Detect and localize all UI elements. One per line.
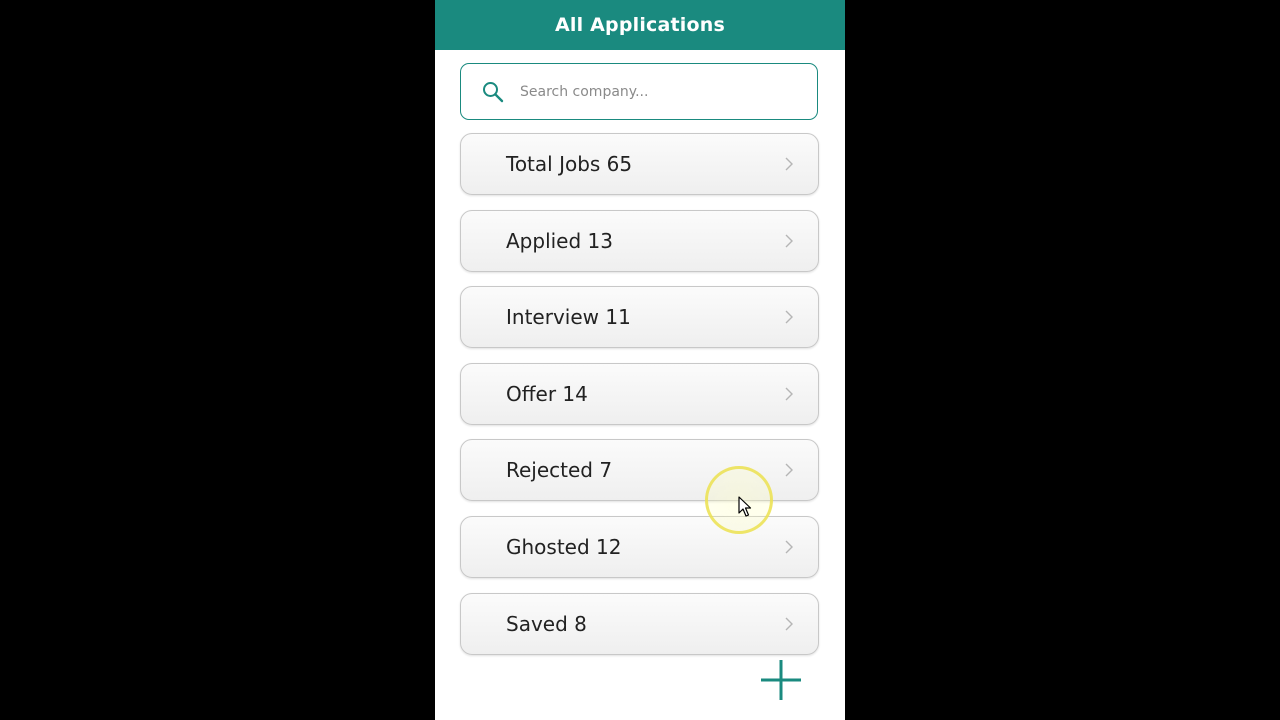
status-list: Total Jobs 65 Applied 13 Interview 11 Of… xyxy=(460,133,819,669)
list-item-label: Saved 8 xyxy=(506,611,587,636)
search-icon xyxy=(481,80,505,104)
chevron-right-icon xyxy=(782,462,796,478)
search-input[interactable] xyxy=(518,82,802,101)
search-box[interactable] xyxy=(460,63,818,120)
page-title: All Applications xyxy=(554,14,726,36)
list-item-label: Total Jobs 65 xyxy=(506,152,633,176)
plus-icon xyxy=(758,657,804,707)
app-screen: All Applications Total Jobs 65 Applied 1… xyxy=(435,0,845,720)
list-item-label: Ghosted 12 xyxy=(506,534,622,559)
list-item-interview[interactable]: Interview 11 xyxy=(460,286,819,349)
list-item-offer[interactable]: Offer 14 xyxy=(460,362,819,425)
list-item-applied[interactable]: Applied 13 xyxy=(460,209,819,272)
chevron-right-icon xyxy=(782,616,796,632)
chevron-right-icon xyxy=(782,539,796,555)
list-item-ghosted[interactable]: Ghosted 12 xyxy=(460,515,819,578)
chevron-right-icon xyxy=(782,156,796,172)
chevron-right-icon xyxy=(782,233,796,249)
list-item-total-jobs[interactable]: Total Jobs 65 xyxy=(460,133,819,195)
app-header: All Applications xyxy=(435,0,845,50)
chevron-right-icon xyxy=(782,309,796,325)
chevron-right-icon xyxy=(782,386,796,402)
add-application-button[interactable] xyxy=(757,658,805,706)
list-item-rejected[interactable]: Rejected 7 xyxy=(460,439,819,502)
list-item-label: Applied 13 xyxy=(506,228,613,253)
list-item-saved[interactable]: Saved 8 xyxy=(460,592,819,655)
list-item-label: Rejected 7 xyxy=(506,458,613,483)
list-item-label: Offer 14 xyxy=(506,381,588,406)
list-item-label: Interview 11 xyxy=(506,305,631,330)
